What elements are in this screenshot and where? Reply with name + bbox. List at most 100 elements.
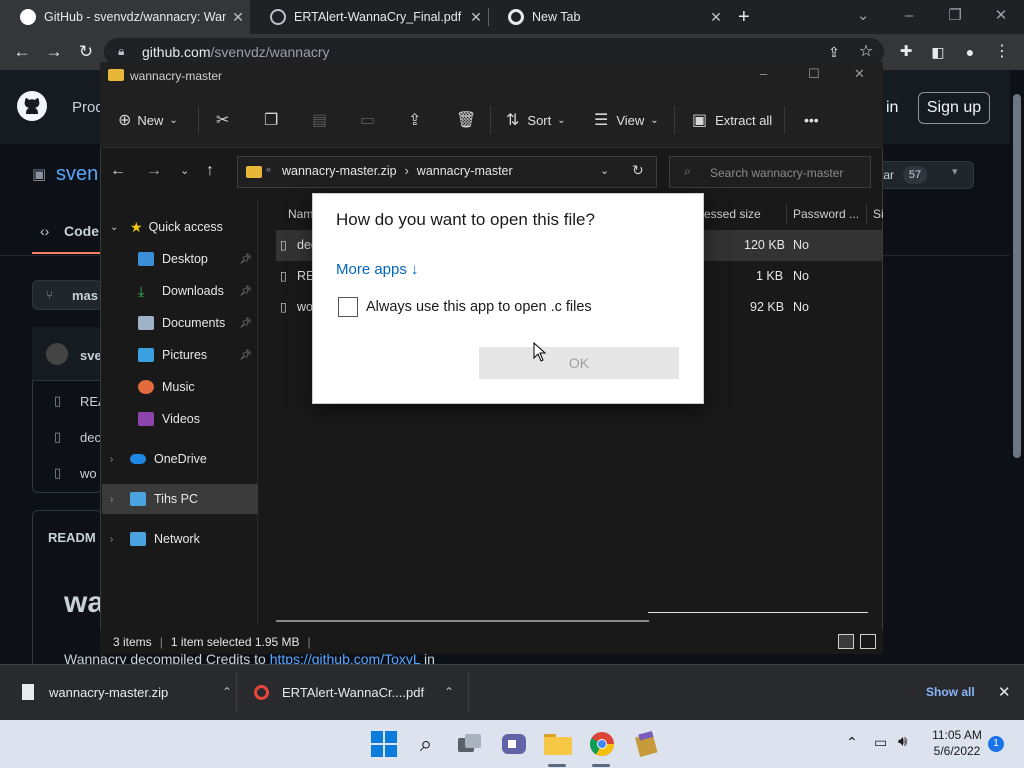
close-tab-icon[interactable]: ✕ — [226, 9, 250, 26]
repo-owner-link[interactable]: sven — [56, 163, 98, 186]
breadcrumb-item[interactable]: wannacry-master.zip — [282, 164, 397, 178]
tab-pdf[interactable]: ERTAlert-WannaCry_Final.pdf ✕ — [250, 0, 488, 34]
sort-button[interactable]: ⇅ Sort ⌄ — [506, 92, 566, 148]
cut-icon[interactable]: ✂ — [216, 92, 229, 148]
start-icon[interactable] — [368, 728, 400, 760]
copy-icon[interactable]: ❐ — [264, 92, 278, 148]
forward-icon[interactable]: → — [38, 34, 70, 70]
nav-downloads[interactable]: ⤓ Downloads 📌︎ — [102, 276, 258, 306]
column-header-name[interactable]: Nam — [288, 200, 313, 228]
column-divider[interactable] — [866, 204, 867, 224]
reload-icon[interactable]: ↻ — [70, 34, 102, 70]
pin-icon: 📌︎ — [239, 285, 252, 297]
close-window-icon[interactable]: ✕ — [978, 0, 1024, 34]
github-signup-button[interactable]: Sign up — [918, 92, 990, 124]
nav-desktop[interactable]: Desktop 📌︎ — [102, 244, 258, 274]
chevron-up-icon[interactable]: ⌃ — [846, 734, 858, 751]
always-use-checkbox-label[interactable]: Always use this app to open .c files — [366, 299, 592, 315]
download-item[interactable]: ERTAlert-WannaCr....pdf ⌃ — [254, 664, 454, 720]
chevron-up-icon[interactable]: ⌃ — [444, 685, 454, 699]
ok-button[interactable]: OK — [479, 347, 679, 379]
minimize-icon[interactable]: – — [760, 66, 767, 81]
nav-label: Music — [162, 380, 195, 394]
download-item[interactable]: wannacry-master.zip ⌃ — [22, 664, 232, 720]
minimize-icon[interactable]: – — [886, 0, 932, 34]
refresh-icon[interactable]: ↻ — [632, 162, 644, 179]
delete-icon[interactable]: 🗑︎ — [456, 92, 476, 148]
close-downloads-icon[interactable]: ✕ — [998, 664, 1011, 720]
recent-locations-icon[interactable]: ⌄ — [180, 164, 189, 177]
up-icon[interactable]: ↑ — [206, 162, 214, 180]
chevron-up-icon[interactable]: ⌃ — [222, 685, 232, 699]
lock-icon[interactable]: 🔒︎ — [118, 44, 124, 59]
github-file-link[interactable]: dec — [80, 430, 101, 445]
chevron-down-icon[interactable]: ⌄ — [840, 0, 886, 34]
column-header-compressed-size[interactable]: essed size — [704, 200, 761, 228]
breadcrumb-overflow-icon[interactable]: « — [266, 164, 271, 174]
show-all-button[interactable]: Show all — [926, 664, 975, 720]
videos-icon — [138, 412, 154, 426]
tiles-view-icon[interactable] — [860, 634, 876, 649]
url-text[interactable]: github.com/svenvdz/wannacry — [142, 44, 330, 60]
restore-icon[interactable]: ❐ — [932, 0, 978, 34]
chat-icon[interactable] — [498, 728, 530, 760]
back-icon[interactable]: ← — [110, 162, 126, 180]
tab-new-tab[interactable]: New Tab ✕ — [488, 0, 728, 34]
github-logo-icon[interactable] — [16, 90, 48, 122]
close-window-icon[interactable]: ✕ — [854, 66, 865, 82]
page-scrollbar-thumb[interactable] — [1013, 94, 1021, 458]
nav-onedrive[interactable]: › OneDrive — [102, 444, 258, 474]
network-status-icon[interactable]: ▭ — [874, 734, 887, 751]
column-header-size[interactable]: Si — [873, 200, 884, 228]
paste-icon[interactable]: ▤ — [312, 92, 327, 148]
nav-music[interactable]: Music — [102, 372, 258, 402]
chrome-menu-icon[interactable]: ⋮ — [986, 34, 1018, 70]
details-view-icon[interactable] — [838, 634, 854, 649]
github-nav-product[interactable]: Prod — [72, 99, 104, 116]
star-count-badge: 57 — [903, 166, 927, 184]
view-button[interactable]: ☰ View ⌄ — [594, 92, 659, 148]
column-header-password[interactable]: Password ... — [793, 200, 859, 228]
close-tab-icon[interactable]: ✕ — [704, 9, 728, 26]
profile-icon[interactable]: ● — [954, 34, 986, 70]
github-signin-link[interactable]: in — [886, 99, 898, 117]
tab-github[interactable]: GitHub - svenvdz/wannacry: Wan ✕ — [0, 0, 250, 34]
file-explorer-icon[interactable] — [542, 728, 574, 760]
notification-badge[interactable]: 1 — [988, 736, 1004, 752]
forward-icon[interactable]: → — [146, 162, 162, 180]
address-dropdown-icon[interactable]: ⌄ — [600, 164, 609, 177]
share-icon[interactable]: ⇪ — [408, 92, 421, 148]
new-tab-icon[interactable]: + — [738, 6, 750, 29]
always-use-checkbox[interactable] — [338, 297, 358, 317]
nav-videos[interactable]: Videos — [102, 404, 258, 434]
chrome-icon[interactable] — [586, 728, 618, 760]
star-dropdown-icon[interactable]: ▾ — [952, 165, 958, 178]
taskbar-clock[interactable]: 11:05 AM 5/6/2022 — [926, 727, 988, 759]
volume-icon[interactable]: 🔊︎ — [898, 733, 907, 750]
nav-quick-access[interactable]: ⌄ ★ Quick access — [102, 212, 258, 242]
nav-pictures[interactable]: Pictures 📌︎ — [102, 340, 258, 370]
extensions-icon[interactable]: ✚ — [890, 34, 922, 70]
back-icon[interactable]: ← — [6, 34, 38, 70]
new-button[interactable]: ⊕ New ⌄ — [118, 92, 178, 148]
nav-this-pc[interactable]: › Tihs PC — [102, 484, 258, 514]
side-panel-icon[interactable]: ◧ — [922, 34, 954, 70]
search-icon[interactable]: ⌕ — [410, 728, 442, 760]
extract-all-button[interactable]: ▣ Extract all — [692, 92, 772, 148]
commit-user[interactable]: sve — [80, 348, 102, 363]
task-view-icon[interactable] — [454, 728, 486, 760]
horizontal-scrollbar[interactable] — [276, 620, 649, 622]
archive-app-icon[interactable] — [630, 728, 662, 760]
nav-network[interactable]: › Network — [102, 524, 258, 554]
github-file-link[interactable]: wo — [80, 466, 97, 481]
more-apps-link[interactable]: More apps ↓ — [336, 261, 419, 278]
nav-documents[interactable]: Documents 📌︎ — [102, 308, 258, 338]
tab-code[interactable]: Code — [64, 223, 99, 239]
toolbar-divider — [490, 106, 491, 134]
breadcrumb-item[interactable]: wannacry-master — [417, 164, 513, 178]
close-tab-icon[interactable]: ✕ — [464, 9, 488, 26]
maximize-icon[interactable]: ☐ — [808, 66, 820, 82]
rename-icon[interactable]: ▭ — [360, 92, 375, 148]
column-divider[interactable] — [786, 204, 787, 224]
more-options-button[interactable]: ••• — [804, 92, 819, 148]
